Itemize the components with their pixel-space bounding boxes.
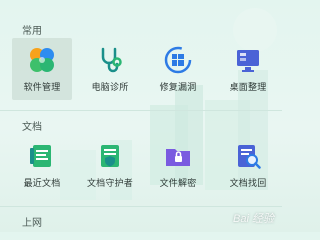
tile-label: 文档守护者: [86, 179, 133, 189]
clover-icon: [30, 48, 54, 72]
folder-lock-icon: [166, 149, 190, 166]
section-title-documents: 文档: [22, 122, 42, 133]
tile-doc-guardian[interactable]: 文档守护者: [80, 134, 140, 196]
background-decoration: [60, 8, 277, 200]
section-divider: [0, 110, 282, 111]
section-title-common: 常用: [22, 26, 42, 37]
tile-pc-clinic[interactable]: 电脑诊所: [80, 38, 140, 100]
windows-shield-icon: [164, 46, 192, 74]
section-title-internet: 上网: [22, 218, 42, 229]
tile-label: 桌面整理: [229, 83, 267, 93]
tile-recent-docs[interactable]: 最近文档: [12, 134, 72, 196]
tile-label: 电脑诊所: [91, 83, 129, 93]
tile-software-manager[interactable]: 软件管理: [12, 38, 72, 100]
doc-search-icon: [238, 145, 261, 169]
recent-docs-icon: [30, 145, 51, 167]
doc-guard-icon: [101, 145, 119, 167]
tile-label: 修复漏洞: [159, 83, 197, 93]
tile-desktop-organizer[interactable]: 桌面整理: [218, 38, 278, 100]
tile-label: 软件管理: [23, 83, 61, 93]
tile-fix-vulnerability[interactable]: 修复漏洞: [148, 38, 208, 100]
watermark-logo: Bai 经验: [233, 213, 274, 225]
tile-label: 文档找回: [229, 179, 267, 189]
stethoscope-icon: [101, 47, 122, 73]
section-divider: [0, 206, 282, 207]
tile-label: 文件解密: [159, 179, 197, 189]
tile-file-decrypt[interactable]: 文件解密: [148, 134, 208, 196]
tile-label: 最近文档: [23, 179, 61, 189]
tile-doc-recovery[interactable]: 文档找回: [218, 134, 278, 196]
monitor-icon: [237, 50, 259, 72]
